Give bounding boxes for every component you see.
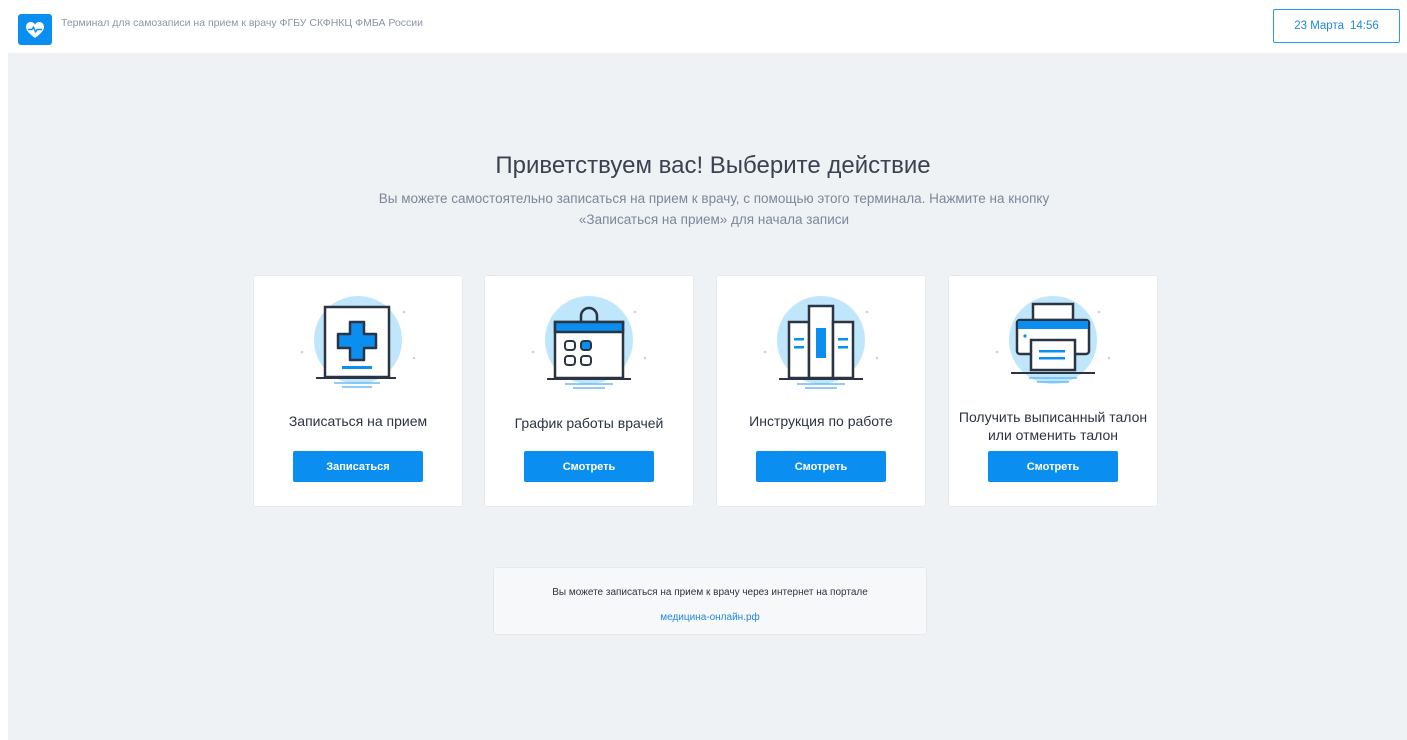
card-label: Записаться на прием xyxy=(288,413,428,429)
instructions-button[interactable]: Смотреть xyxy=(756,451,886,482)
header-title: Терминал для самозаписи на прием к врачу… xyxy=(61,17,424,29)
card-label-line2: или отменить талон xyxy=(987,427,1119,443)
page-subtitle: Вы можете самостоятельно записаться на п… xyxy=(378,191,1050,227)
card-label: Получить выписанный талон или отменить т… xyxy=(949,408,1157,444)
portal-link[interactable]: медицина-онлайн.рф xyxy=(494,612,926,623)
date-text: 23 Марта xyxy=(1294,20,1344,32)
medical-cross-icon xyxy=(300,296,416,388)
card-schedule[interactable]: График работы врачей Смотреть xyxy=(484,275,694,507)
calendar-icon xyxy=(531,296,647,389)
heart-pulse-icon xyxy=(26,21,44,38)
ticket-button[interactable]: Смотреть xyxy=(988,451,1118,482)
appointment-button[interactable]: Записаться xyxy=(293,451,423,482)
books-icon xyxy=(763,296,879,389)
header: Терминал для самозаписи на прием к врачу… xyxy=(0,0,1407,53)
datetime-button[interactable]: 23 Марта 14:56 xyxy=(1273,9,1400,43)
schedule-button[interactable]: Смотреть xyxy=(524,451,654,482)
card-ticket[interactable]: Получить выписанный талон или отменить т… xyxy=(948,275,1158,507)
card-label: График работы врачей xyxy=(514,415,664,431)
card-instructions[interactable]: Инструкция по работе Смотреть xyxy=(716,275,926,507)
card-appointment[interactable]: Записаться на прием Записаться xyxy=(253,275,463,507)
time-text: 14:56 xyxy=(1350,20,1379,32)
page-title: Приветствуем вас! Выберите действие xyxy=(495,152,931,179)
logo xyxy=(18,14,52,45)
portal-info: Вы можете записаться на прием к врачу че… xyxy=(493,567,927,635)
portal-text: Вы можете записаться на прием к врачу че… xyxy=(552,587,868,598)
card-label-line1: Получить выписанный талон xyxy=(958,409,1148,425)
card-label: Инструкция по работе xyxy=(749,413,893,429)
printer-icon xyxy=(995,296,1111,384)
main-area: Приветствуем вас! Выберите действие Вы м… xyxy=(8,53,1407,740)
